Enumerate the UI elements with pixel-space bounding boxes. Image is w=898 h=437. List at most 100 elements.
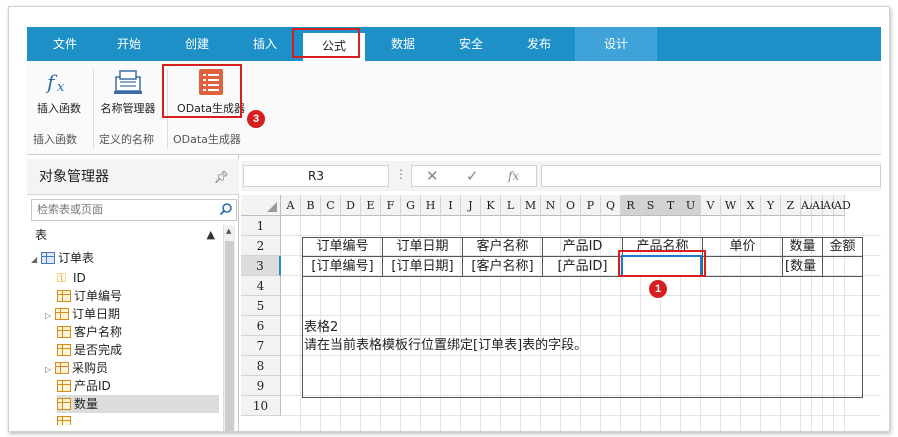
tab-design[interactable]: 设计 xyxy=(575,27,657,61)
row-header[interactable]: 8 xyxy=(241,356,281,376)
column-header[interactable]: S xyxy=(641,195,661,216)
column-header[interactable]: M xyxy=(521,195,541,216)
column-header[interactable]: D xyxy=(341,195,361,216)
column-header[interactable]: G xyxy=(401,195,421,216)
row-header[interactable]: 3 xyxy=(241,256,281,276)
field-icon xyxy=(57,344,71,356)
header-cell-unit-price[interactable]: 单价 xyxy=(703,237,782,257)
field-icon xyxy=(55,308,69,320)
expand-icon[interactable]: ▷ xyxy=(45,361,55,379)
column-header[interactable]: B xyxy=(301,195,321,216)
template-cell-customer-name[interactable]: [客户名称] xyxy=(463,257,542,277)
object-tree-scrollbar[interactable]: ▲ xyxy=(223,225,235,431)
row-header[interactable]: 10 xyxy=(241,396,281,416)
pin-icon[interactable]: 📌︎ xyxy=(214,159,229,195)
tab-publish[interactable]: 发布 xyxy=(509,27,569,61)
tab-insert[interactable]: 插入 xyxy=(235,27,295,61)
template-cell-order-date[interactable]: [订单日期] xyxy=(383,257,462,277)
tree-item-quantity[interactable]: 数量 xyxy=(57,395,219,413)
tree-item-purchaser[interactable]: ▷ 采购员 xyxy=(45,359,108,377)
expand-icon[interactable]: ▷ xyxy=(45,307,55,325)
row-header[interactable]: 5 xyxy=(241,296,281,316)
column-header[interactable]: Y xyxy=(761,195,781,216)
column-header[interactable]: AC xyxy=(823,195,839,216)
group-label-insert-function: 插入函数 xyxy=(33,133,77,146)
tree-item-order-table[interactable]: ◢ 订单表 xyxy=(31,249,94,267)
column-header[interactable]: F xyxy=(381,195,401,216)
tree-item-id[interactable]: ⚿ ID xyxy=(57,269,86,287)
column-header[interactable]: AB xyxy=(812,195,828,216)
row-header[interactable]: 4 xyxy=(241,276,281,296)
column-header[interactable]: Q xyxy=(601,195,621,216)
insert-function-icon[interactable]: fx xyxy=(508,166,519,186)
object-search-input[interactable]: 检索表或页面 xyxy=(31,199,237,221)
header-cell-order-date[interactable]: 订单日期 xyxy=(383,237,462,257)
confirm-icon[interactable]: ✓ xyxy=(466,166,479,186)
tree-item-customer-name[interactable]: 客户名称 xyxy=(57,323,122,341)
column-header[interactable]: L xyxy=(501,195,521,216)
column-header[interactable]: C xyxy=(321,195,341,216)
column-header[interactable]: J xyxy=(461,195,481,216)
column-header[interactable]: A xyxy=(281,195,301,216)
row-header[interactable]: 2 xyxy=(241,236,281,256)
scroll-up-arrow-icon[interactable]: ▲ xyxy=(226,227,231,235)
column-header[interactable]: AD xyxy=(834,195,851,216)
ribbon-body: f x 插入函数 名称管理器 OData生成器 插入函数 定义的名称 OData… xyxy=(27,61,881,155)
column-header[interactable]: T xyxy=(661,195,681,216)
column-header[interactable]: E xyxy=(361,195,381,216)
tree-item-label: 订单日期 xyxy=(72,307,121,321)
template-cell-quantity[interactable]: [数量 xyxy=(783,257,822,277)
more-icon[interactable]: ⋮ xyxy=(395,167,407,181)
header-cell-order-number[interactable]: 订单编号 xyxy=(303,237,382,257)
header-cell-customer-name[interactable]: 客户名称 xyxy=(463,237,542,257)
name-manager-button[interactable]: 名称管理器 xyxy=(95,67,161,116)
app-window: 文件 开始 创建 插入 公式 数据 安全 发布 设计 2 f x 插入函数 xyxy=(8,6,890,432)
tree-item-is-completed[interactable]: 是否完成 xyxy=(57,341,122,359)
column-header[interactable]: Z xyxy=(781,195,801,216)
row-header[interactable]: 7 xyxy=(241,336,281,356)
column-header[interactable]: H xyxy=(421,195,441,216)
row-header[interactable]: 9 xyxy=(241,376,281,396)
column-header[interactable]: I xyxy=(441,195,461,216)
tables-section-header[interactable]: 表 ▲ xyxy=(31,225,221,245)
object-search-placeholder: 检索表或页面 xyxy=(37,203,103,216)
template-cell-product-id[interactable]: [产品ID] xyxy=(543,257,622,277)
tree-item-partial xyxy=(57,413,74,425)
tab-create[interactable]: 创建 xyxy=(167,27,227,61)
tab-security[interactable]: 安全 xyxy=(441,27,501,61)
column-header[interactable]: AA xyxy=(801,195,817,216)
header-cell-product-id[interactable]: 产品ID xyxy=(543,237,622,257)
column-header[interactable]: P xyxy=(581,195,601,216)
tab-data[interactable]: 数据 xyxy=(373,27,433,61)
table-icon xyxy=(41,252,55,264)
column-header[interactable]: O xyxy=(561,195,581,216)
row-header[interactable]: 1 xyxy=(241,216,281,236)
row-header[interactable]: 6 xyxy=(241,316,281,336)
column-header[interactable]: U xyxy=(681,195,701,216)
tree-item-product-id[interactable]: 产品ID xyxy=(57,377,111,395)
tree-item-order-date[interactable]: ▷ 订单日期 xyxy=(45,305,120,323)
header-cell-amount[interactable]: 金额 xyxy=(823,237,862,257)
chevron-up-icon[interactable]: ▲ xyxy=(207,225,215,245)
column-header[interactable]: W xyxy=(721,195,741,216)
scrollbar-thumb[interactable] xyxy=(225,241,234,431)
column-header[interactable]: N xyxy=(541,195,561,216)
formula-bar: R3 ⋮ ✕ ✓ fx xyxy=(241,161,881,191)
tab-file[interactable]: 文件 xyxy=(35,27,95,61)
column-header[interactable]: X xyxy=(741,195,761,216)
column-header[interactable]: V xyxy=(701,195,721,216)
tab-home[interactable]: 开始 xyxy=(99,27,159,61)
insert-function-button[interactable]: f x 插入函数 xyxy=(31,67,87,116)
column-header[interactable]: R xyxy=(621,195,641,216)
template-cell-order-number[interactable]: [订单编号] xyxy=(303,257,382,277)
search-icon[interactable] xyxy=(219,202,233,216)
column-header[interactable]: K xyxy=(481,195,501,216)
formula-input[interactable] xyxy=(541,165,881,187)
cancel-icon[interactable]: ✕ xyxy=(426,166,439,186)
tree-item-order-number[interactable]: 订单编号 xyxy=(57,287,122,305)
header-cell-quantity[interactable]: 数量 xyxy=(783,237,822,257)
collapse-icon[interactable]: ◢ xyxy=(31,251,41,269)
name-box[interactable]: R3 xyxy=(243,165,389,187)
row-gridline xyxy=(281,235,881,236)
select-all-corner[interactable] xyxy=(241,195,281,216)
